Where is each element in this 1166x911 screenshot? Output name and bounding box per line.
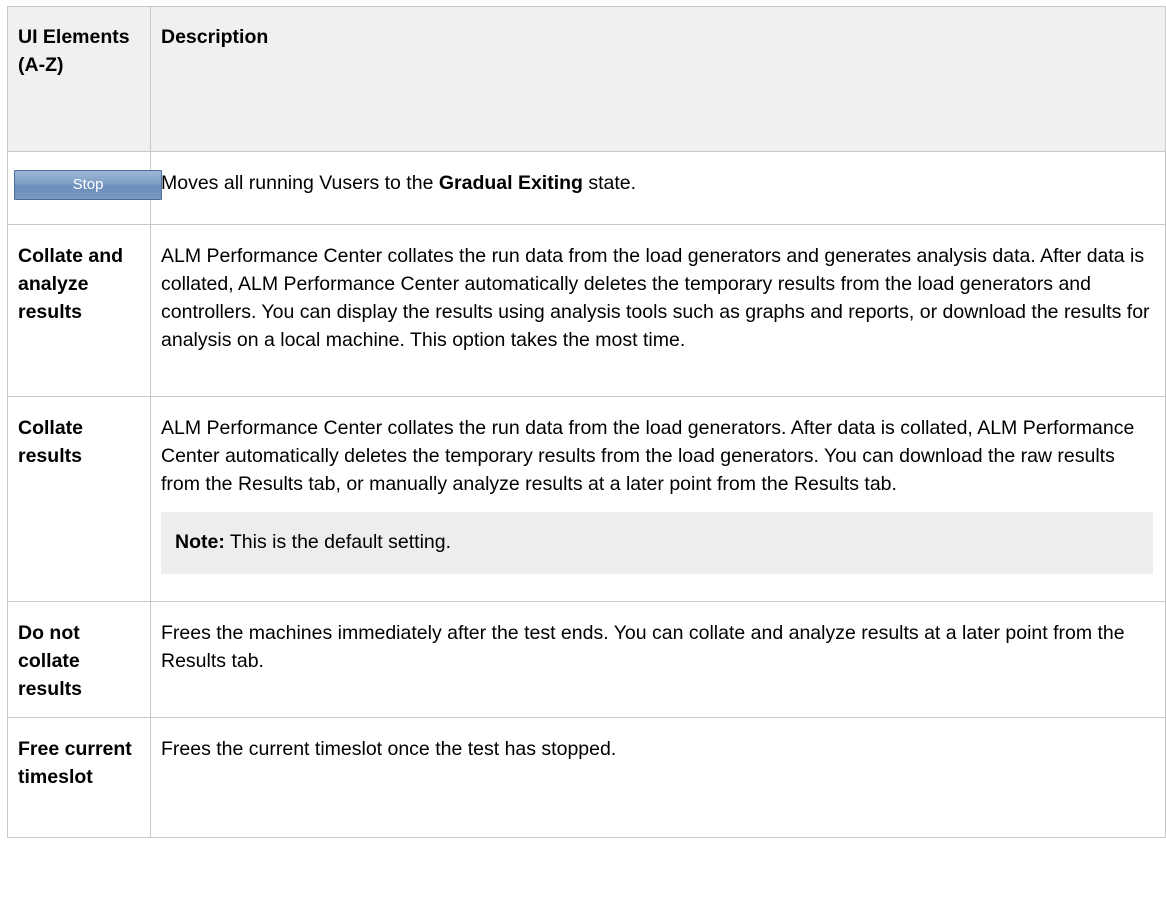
element-name: Collate results <box>7 396 151 602</box>
description-bold-term: Gradual Exiting <box>438 172 583 194</box>
element-name: Do not collate results <box>7 601 151 718</box>
description-text: Frees the current timeslot once the test… <box>150 717 1166 838</box>
note-box: Note: This is the default setting. <box>161 512 1153 574</box>
element-name: Free current timeslot <box>7 717 151 838</box>
description-cell: ALM Performance Center collates the run … <box>150 396 1166 602</box>
element-cell: Stop <box>7 151 162 225</box>
description-text: ALM Performance Center collates the run … <box>161 417 1135 495</box>
stop-button[interactable]: Stop <box>14 170 162 200</box>
table-row-collate-and-analyze: Collate and analyze results ALM Performa… <box>7 224 1166 397</box>
note-label: Note: <box>175 531 225 553</box>
ui-elements-table: UI Elements (A-Z) Description Stop Moves… <box>7 6 1166 838</box>
header-description: Description <box>150 6 1166 152</box>
note-text: This is the default setting. <box>224 531 452 553</box>
description-text: ALM Performance Center collates the run … <box>150 224 1166 397</box>
description-text: Frees the machines immediately after the… <box>150 601 1166 718</box>
table-row-free-timeslot: Free current timeslot Frees the current … <box>7 717 1166 838</box>
table-header-row: UI Elements (A-Z) Description <box>7 6 1166 152</box>
description-text-end: state. <box>582 172 637 194</box>
table-row-collate-results: Collate results ALM Performance Center c… <box>7 396 1166 602</box>
table-row-stop: Stop Moves all running Vusers to the Gra… <box>7 151 1166 225</box>
header-ui-elements: UI Elements (A-Z) <box>7 6 151 152</box>
description-cell: Moves all running Vusers to the Gradual … <box>150 151 1166 225</box>
element-name: Collate and analyze results <box>7 224 151 397</box>
table-row-do-not-collate: Do not collate results Frees the machine… <box>7 601 1166 718</box>
description-text: Moves all running Vusers to the <box>161 172 439 194</box>
